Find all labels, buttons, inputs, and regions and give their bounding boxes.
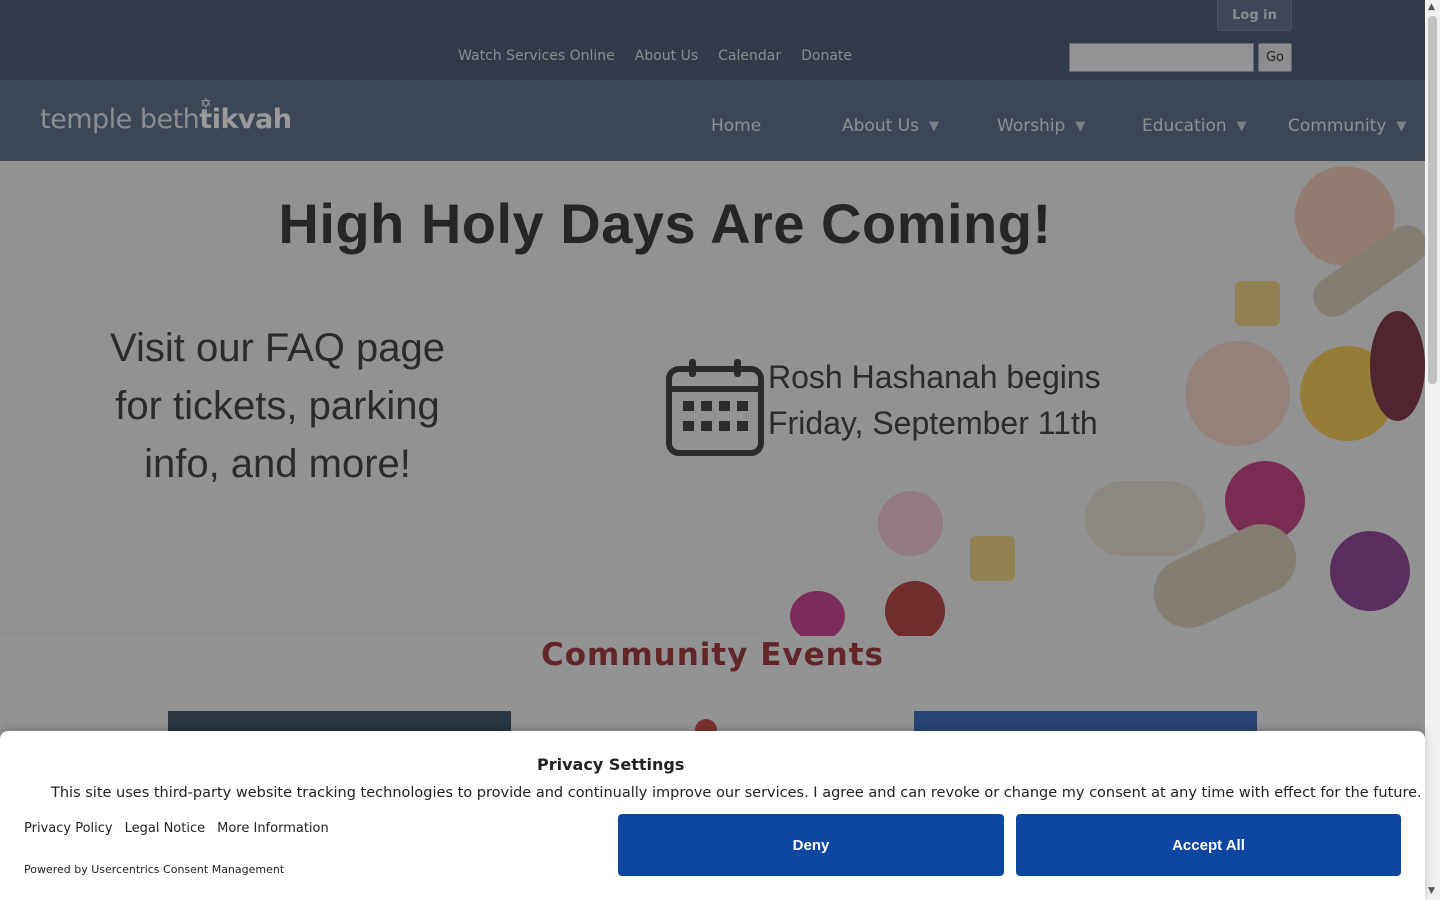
deny-button[interactable]: Deny [618,814,1004,876]
privacy-policy-link[interactable]: Privacy Policy [24,821,113,836]
privacy-title: Privacy Settings [537,755,685,774]
privacy-consent-banner: Privacy Settings This site uses third-pa… [0,731,1425,900]
accept-all-button[interactable]: Accept All [1016,814,1401,876]
scroll-down-arrow-icon[interactable]: ▼ [1428,886,1435,896]
scrollbar-thumb[interactable] [1428,16,1437,384]
privacy-links: Privacy Policy Legal Notice More Informa… [24,821,329,836]
scroll-up-arrow-icon[interactable]: ▲ [1428,2,1435,12]
powered-by-text: Powered by Usercentrics Consent Manageme… [24,863,285,876]
privacy-description: This site uses third-party website track… [51,785,1422,801]
legal-notice-link[interactable]: Legal Notice [125,821,206,836]
more-information-link[interactable]: More Information [217,821,329,836]
